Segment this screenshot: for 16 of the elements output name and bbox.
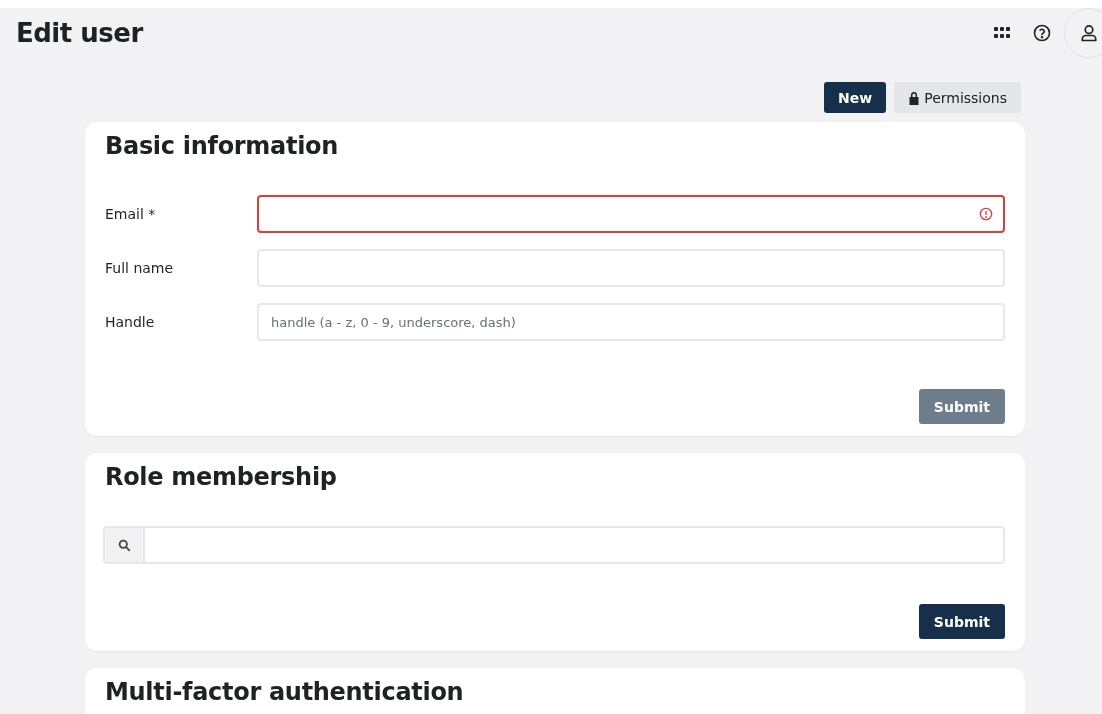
section-title: Role membership bbox=[105, 463, 338, 491]
field-label: Full name bbox=[105, 260, 175, 276]
field-label: Handle bbox=[105, 314, 156, 330]
submit-button[interactable]: Submit bbox=[918, 604, 1005, 639]
lock-icon bbox=[908, 90, 921, 105]
section-title: Multi-factor authentication bbox=[105, 678, 465, 706]
user-icon[interactable] bbox=[1064, 8, 1102, 58]
search-icon bbox=[117, 538, 131, 552]
new-button[interactable]: New bbox=[824, 82, 887, 113]
text-field[interactable] bbox=[257, 195, 1005, 233]
error-icon bbox=[979, 207, 993, 221]
field-label: Email * bbox=[105, 206, 157, 222]
section-title: Basic information bbox=[105, 132, 340, 160]
search-field[interactable] bbox=[145, 526, 1005, 564]
permissions-button[interactable]: Permissions bbox=[894, 82, 1021, 113]
page-title: Edit user bbox=[16, 18, 145, 48]
